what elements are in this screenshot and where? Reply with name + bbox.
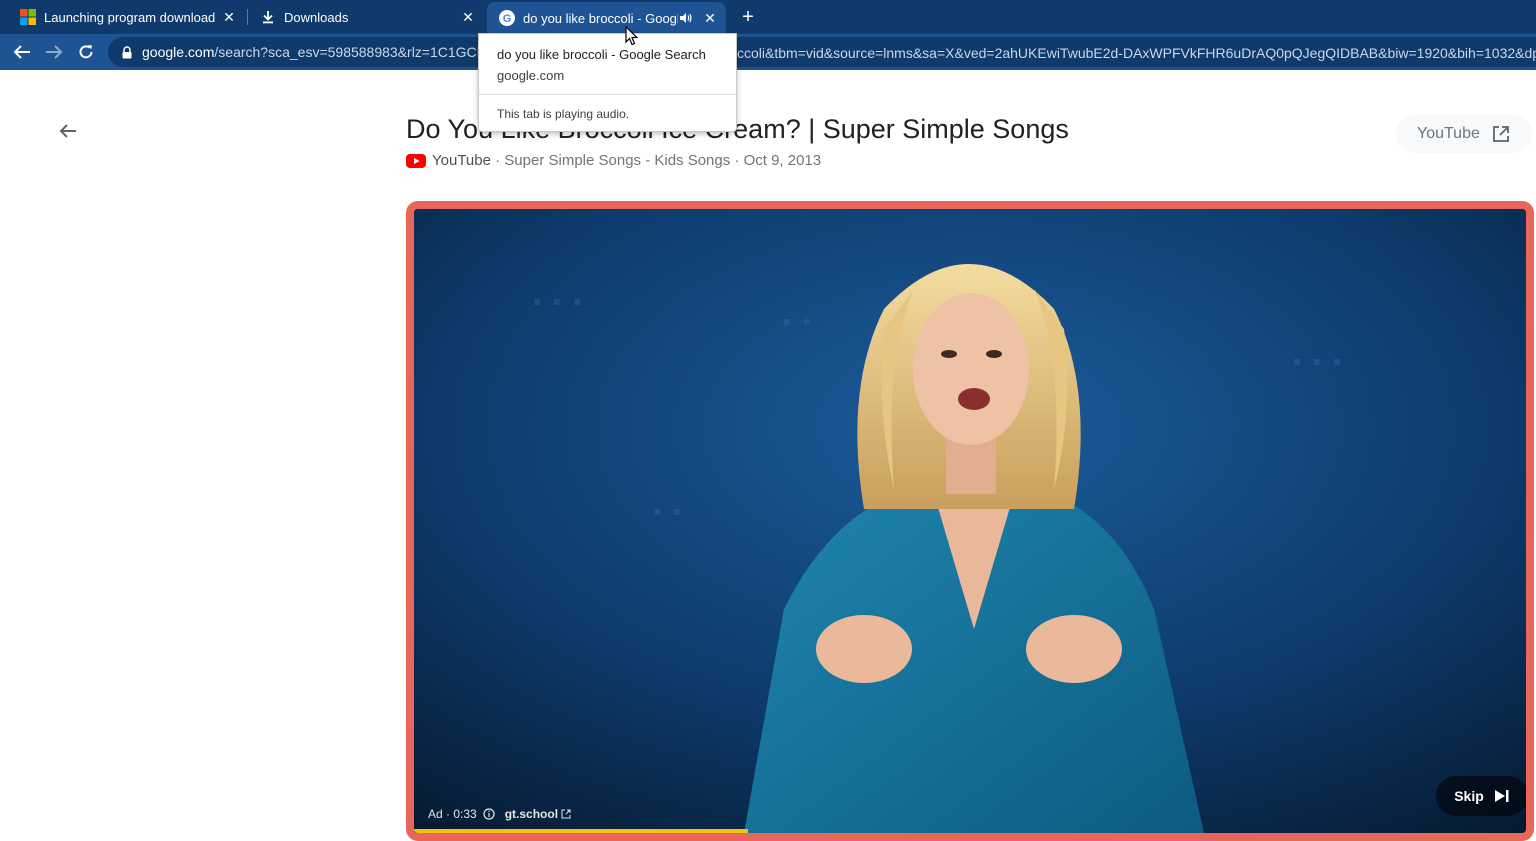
ad-label: Ad · 0:33 [428, 807, 477, 821]
close-tab-icon[interactable]: ✕ [700, 8, 720, 28]
tab-title: do you like broccoli - Google [523, 10, 678, 26]
tab-hover-card: do you like broccoli - Google Search goo… [478, 33, 737, 132]
url-path-end: ccoli&tbm=vid&source=lnms&sa=X&ved=2ahUK… [737, 45, 1536, 61]
windows-logo-icon [20, 9, 36, 25]
video-source: YouTube [432, 152, 491, 169]
skip-next-icon [1494, 790, 1509, 802]
skip-label: Skip [1454, 788, 1484, 804]
download-icon [260, 9, 276, 25]
new-tab-plus-icon[interactable]: + [737, 6, 759, 28]
advertiser-link[interactable]: gt.school [505, 807, 558, 821]
tab-title: Launching program download VL [44, 9, 219, 25]
external-link-icon [561, 809, 571, 819]
url-text: google.com/search?sca_esv=598588983&rlz=… [142, 44, 496, 60]
google-g-icon: G [499, 10, 515, 26]
ad-info: Ad · 0:33 gt.school [428, 807, 571, 821]
mouse-cursor-icon [625, 26, 639, 46]
tab-google-search-active[interactable]: G do you like broccoli - Google ✕ [487, 2, 726, 34]
lock-icon[interactable] [120, 45, 134, 59]
hover-card-divider [479, 94, 736, 95]
open-in-youtube-button[interactable]: YouTube [1396, 115, 1532, 153]
close-tab-icon[interactable]: ✕ [219, 7, 239, 27]
svg-text:G: G [503, 13, 512, 25]
reload-icon[interactable] [74, 40, 98, 64]
ad-progress-bar [414, 829, 748, 833]
url-path-start: /search?sca_esv=598588983&rlz=1C1GCEU [214, 44, 497, 60]
skip-ad-button[interactable]: Skip [1436, 776, 1526, 816]
close-tab-icon[interactable]: ✕ [458, 7, 478, 27]
open-in-youtube-label: YouTube [1417, 125, 1480, 142]
hover-card-audio-status: This tab is playing audio. [497, 107, 630, 121]
back-arrow-icon[interactable] [56, 119, 80, 143]
forward-arrow-icon[interactable] [42, 40, 66, 64]
video-meta-details: · Super Simple Songs - Kids Songs · Oct … [495, 152, 822, 169]
browser-toolbar: google.com/search?sca_esv=598588983&rlz=… [0, 34, 1536, 70]
hover-card-domain: google.com [497, 68, 565, 83]
video-meta: YouTube · Super Simple Songs - Kids Song… [406, 152, 821, 169]
tab-title: Downloads [284, 9, 349, 25]
youtube-logo-icon [406, 153, 426, 168]
hover-card-title: do you like broccoli - Google Search [497, 47, 706, 62]
speaker-audio-icon[interactable] [678, 10, 694, 26]
tab-launching-program[interactable]: Launching program download VL ✕ [0, 0, 245, 34]
tab-strip: Launching program download VL ✕ Download… [0, 0, 1536, 34]
back-arrow-icon[interactable] [10, 40, 34, 64]
external-link-icon [1492, 126, 1509, 142]
info-icon[interactable] [483, 808, 495, 820]
video-frame-presenter [414, 209, 1526, 833]
tab-downloads[interactable]: Downloads ✕ [240, 0, 484, 34]
video-player[interactable]: Ad · 0:33 gt.school Skip [406, 201, 1534, 841]
url-host: google.com [142, 44, 215, 60]
